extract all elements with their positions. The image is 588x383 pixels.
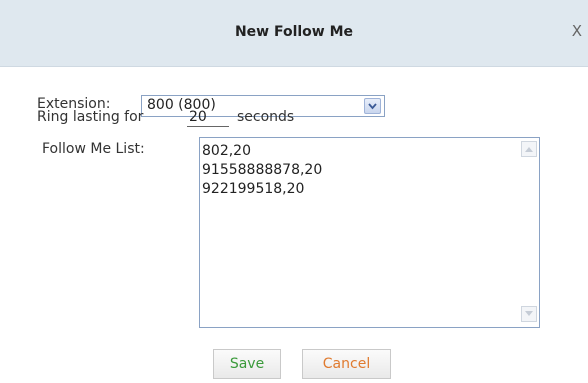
scrollbar[interactable] [519,138,539,327]
save-button[interactable]: Save [213,349,281,379]
list-item: 91558888878,20 [202,162,323,178]
follow-me-list-textarea[interactable]: 802,20 91558888878,20 922199518,20 [199,137,540,328]
dialog-titlebar: New Follow Me X [0,0,588,67]
cancel-button[interactable]: Cancel [302,349,391,379]
close-icon[interactable]: X [572,22,582,40]
ring-lasting-label: Ring lasting for [37,109,144,125]
ring-duration-input[interactable] [187,107,229,127]
scroll-down-icon[interactable] [521,306,537,322]
follow-me-list-label: Follow Me List: [42,141,145,157]
scroll-up-icon[interactable] [521,141,537,157]
chevron-down-icon[interactable] [364,98,381,114]
list-item: 802,20 [202,143,251,159]
follow-me-list-lines: 802,20 91558888878,20 922199518,20 [202,142,322,199]
new-follow-me-dialog: New Follow Me X Extension: 800 (800) Rin… [0,0,588,383]
ring-unit-label: seconds [237,109,295,125]
dialog-title: New Follow Me [234,24,354,40]
list-item: 922199518,20 [202,181,305,197]
